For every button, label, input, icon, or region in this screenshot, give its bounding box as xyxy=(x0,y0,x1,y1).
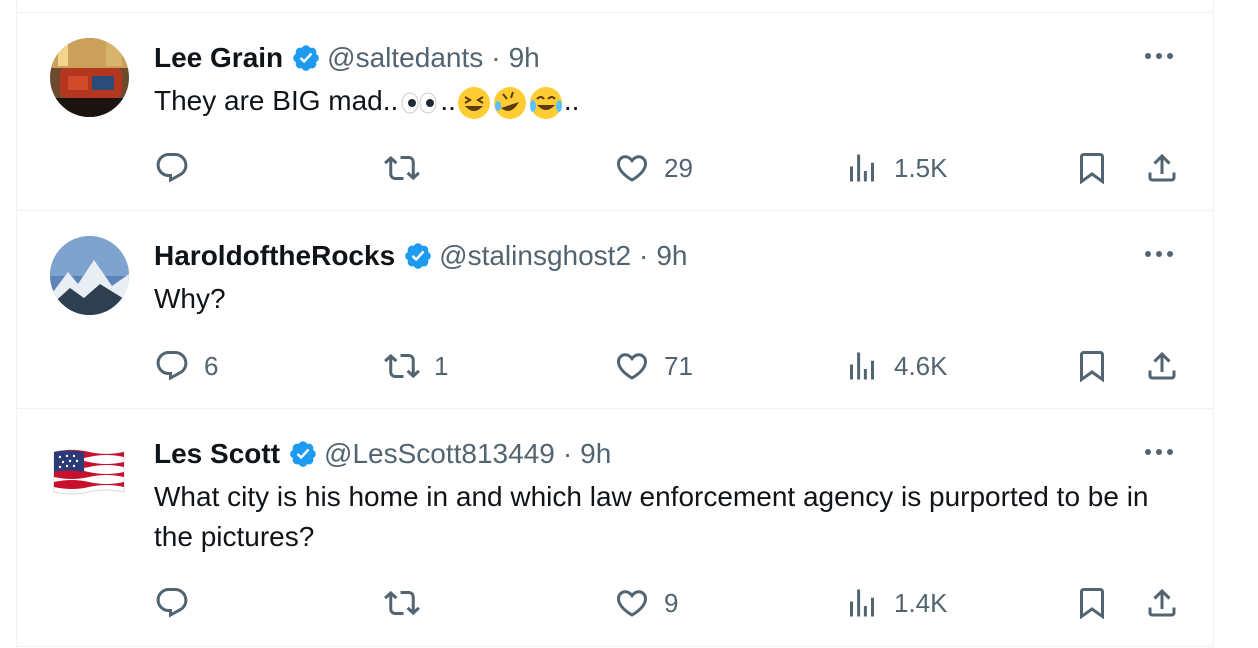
view-count: 4.6K xyxy=(894,350,948,381)
display-name[interactable]: HaroldoftheRocks xyxy=(154,240,395,272)
repost-button[interactable] xyxy=(384,581,434,625)
tweet-3[interactable]: Les Scott @LesScott813449 · 9h What city… xyxy=(17,409,1213,647)
reply-button[interactable]: 6 xyxy=(154,344,218,388)
grinning-squinting-emoji xyxy=(457,86,491,120)
like-count: 71 xyxy=(664,350,693,381)
action-bar: 6 1 71 4.6K xyxy=(154,344,1193,388)
like-button[interactable]: 71 xyxy=(614,344,693,388)
share-button[interactable] xyxy=(1144,581,1180,625)
tweet-text-part: They are BIG mad.. xyxy=(154,85,399,116)
view-count: 1.5K xyxy=(894,152,948,183)
timestamp[interactable]: 9h xyxy=(509,42,540,74)
eyes-emoji xyxy=(399,86,439,120)
like-button[interactable]: 9 xyxy=(614,581,678,625)
heart-icon xyxy=(616,155,648,182)
user-handle[interactable]: @stalinsghost2 xyxy=(439,240,631,272)
views-button[interactable]: 1.5K xyxy=(844,146,948,190)
repost-icon xyxy=(384,590,420,616)
repost-icon xyxy=(384,155,420,181)
view-count: 1.4K xyxy=(894,587,948,618)
verified-badge-icon xyxy=(293,45,319,71)
timestamp[interactable]: 9h xyxy=(580,438,611,470)
tweet-text: What city is his home in and which law e… xyxy=(154,481,1149,552)
share-button[interactable] xyxy=(1144,344,1180,388)
bookmark-button[interactable] xyxy=(1074,146,1110,190)
like-button[interactable]: 29 xyxy=(614,146,693,190)
tears-of-joy-emoji xyxy=(529,86,563,120)
bookmark-icon xyxy=(1080,153,1104,185)
tweet-header: Les Scott @LesScott813449 · 9h xyxy=(154,435,1193,473)
tweet-text-part: .. xyxy=(563,85,580,116)
user-handle[interactable]: @saltedants xyxy=(327,42,483,74)
timestamp[interactable]: 9h xyxy=(656,240,687,272)
more-options-icon[interactable] xyxy=(1141,239,1177,269)
avatar[interactable] xyxy=(50,434,129,513)
reply-button[interactable] xyxy=(154,581,204,625)
views-icon xyxy=(850,352,874,380)
heart-icon xyxy=(616,590,648,617)
repost-button[interactable]: 1 xyxy=(384,344,448,388)
action-bar: 9 1.4K xyxy=(154,581,1193,625)
tweet-2[interactable]: HaroldoftheRocks @stalinsghost2 · 9h Why… xyxy=(17,211,1213,409)
separator-dot: · xyxy=(639,240,649,271)
share-icon xyxy=(1148,153,1176,182)
reply-thread: Lee Grain @saltedants · 9h They are BIG … xyxy=(16,0,1214,648)
avatar[interactable] xyxy=(50,236,129,315)
share-button[interactable] xyxy=(1144,146,1180,190)
repost-icon xyxy=(384,353,420,379)
reply-icon xyxy=(156,153,188,183)
bookmark-button[interactable] xyxy=(1074,581,1110,625)
views-icon xyxy=(850,589,874,617)
tweet-text-part: .. xyxy=(440,85,456,116)
user-handle[interactable]: @LesScott813449 xyxy=(324,438,555,470)
reply-button[interactable] xyxy=(154,146,204,190)
tweet-text: They are BIG mad.. .. .. xyxy=(154,81,1193,121)
tweet-header: HaroldoftheRocks @stalinsghost2 · 9h xyxy=(154,237,1193,275)
separator-dot: · xyxy=(562,438,573,469)
tweet-text: Why? xyxy=(154,283,226,314)
views-icon xyxy=(850,154,874,182)
display-name[interactable]: Lee Grain xyxy=(154,42,283,74)
reply-count: 6 xyxy=(204,350,219,381)
tweet-1[interactable]: Lee Grain @saltedants · 9h They are BIG … xyxy=(17,13,1213,211)
repost-count: 1 xyxy=(434,350,449,381)
like-count: 29 xyxy=(664,152,693,183)
like-count: 9 xyxy=(664,587,679,618)
heart-icon xyxy=(616,353,648,380)
more-options-icon[interactable] xyxy=(1141,437,1177,467)
rolling-laughing-emoji xyxy=(493,86,527,120)
repost-button[interactable] xyxy=(384,146,434,190)
verified-badge-icon xyxy=(405,243,431,269)
bookmark-button[interactable] xyxy=(1074,344,1110,388)
more-options-icon[interactable] xyxy=(1141,41,1177,71)
bookmark-icon xyxy=(1080,351,1104,383)
reply-icon xyxy=(156,588,188,618)
avatar[interactable] xyxy=(50,38,129,117)
bookmark-icon xyxy=(1080,588,1104,620)
separator-dot: · xyxy=(491,42,501,73)
verified-badge-icon xyxy=(290,441,316,467)
views-button[interactable]: 1.4K xyxy=(844,581,948,625)
share-icon xyxy=(1148,351,1176,380)
reply-icon xyxy=(156,351,188,381)
share-icon xyxy=(1148,588,1176,617)
tweet-header: Lee Grain @saltedants · 9h xyxy=(154,39,1193,77)
display-name[interactable]: Les Scott xyxy=(154,438,280,470)
action-bar: 29 1.5K xyxy=(154,146,1193,190)
views-button[interactable]: 4.6K xyxy=(844,344,948,388)
